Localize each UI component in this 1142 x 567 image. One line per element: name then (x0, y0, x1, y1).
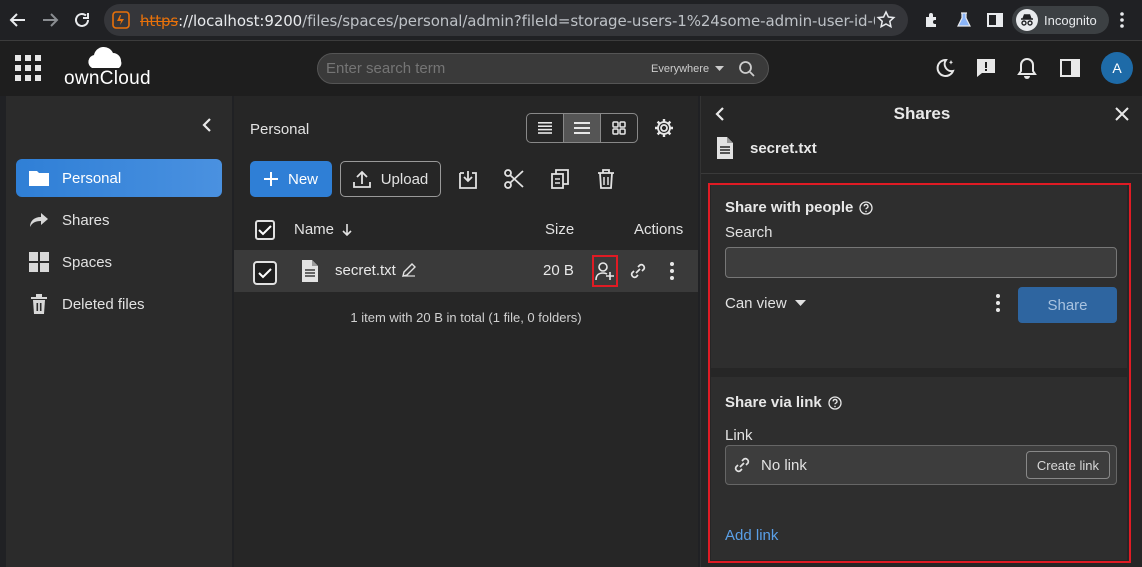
url-text[interactable]: https://localhost:9200/files/spaces/pers… (140, 12, 875, 30)
sidebar-item-label: Spaces (62, 253, 113, 271)
delete-trash-icon[interactable] (594, 167, 618, 191)
app-switcher-grid-icon[interactable] (15, 55, 41, 81)
column-header-size[interactable]: Size (545, 221, 574, 238)
search-scope-label: Everywhere (651, 63, 710, 75)
new-button-label: New (287, 170, 318, 188)
view-mode-switch (526, 113, 638, 143)
rename-pencil-icon[interactable] (402, 263, 416, 277)
forward-arrow-icon[interactable] (38, 8, 62, 32)
sidebar-item-deleted-files[interactable]: Deleted files (16, 285, 222, 323)
incognito-icon (1016, 9, 1038, 31)
highlight-box (708, 183, 1131, 563)
column-header-name-label: Name (294, 221, 335, 238)
avatar[interactable]: A (1101, 52, 1133, 84)
upload-button-label: Upload (380, 170, 429, 188)
download-icon[interactable] (456, 167, 480, 191)
search-input[interactable] (326, 60, 626, 77)
table-row[interactable]: secret.txt 20 B (234, 250, 698, 292)
files-main: Personal New Upload Name Size Actions se… (234, 96, 698, 567)
row-checkbox[interactable] (253, 261, 277, 285)
file-size: 20 B (543, 262, 574, 279)
file-count-footer: 1 item with 20 B in total (1 file, 0 fol… (350, 310, 582, 325)
insecure-lock-icon[interactable] (112, 11, 130, 29)
notifications-bell-icon[interactable] (1015, 56, 1039, 80)
column-header-actions: Actions (634, 221, 684, 238)
incognito-badge[interactable]: Incognito (1012, 6, 1109, 34)
sidebar-item-label: Personal (62, 169, 122, 187)
bookmark-star-icon[interactable] (876, 10, 896, 30)
panel-file-name: secret.txt (750, 140, 817, 157)
left-sidebar: Personal Shares Spaces Deleted files (6, 96, 232, 567)
logo-text: ownCloud (64, 68, 151, 89)
browser-menu-icon[interactable] (1110, 8, 1134, 32)
reload-icon[interactable] (70, 8, 94, 32)
plus-icon (263, 172, 278, 186)
extensions-puzzle-icon[interactable] (920, 8, 944, 32)
share-link-icon[interactable] (628, 261, 648, 281)
share-icon (16, 212, 62, 228)
upload-button[interactable]: Upload (340, 161, 441, 197)
sidebar-item-label: Deleted files (62, 295, 145, 313)
app-header: ownCloud Everywhere A (0, 41, 1142, 96)
new-button[interactable]: New (250, 161, 332, 197)
text-file-icon (717, 137, 733, 159)
lab-flask-icon[interactable] (952, 8, 976, 32)
sidebar-item-personal[interactable]: Personal (16, 159, 222, 197)
owncloud-logo[interactable]: ownCloud (62, 46, 151, 90)
back-arrow-icon[interactable] (6, 8, 30, 32)
incognito-label: Incognito (1044, 12, 1097, 28)
sidebar-toggle-icon[interactable] (1058, 56, 1082, 80)
sidebar-item-spaces[interactable]: Spaces (16, 243, 222, 281)
view-tiles-icon[interactable] (601, 114, 637, 142)
more-actions-icon[interactable] (670, 262, 674, 280)
view-condensed-table-icon[interactable] (527, 114, 564, 142)
feedback-icon[interactable] (974, 56, 998, 80)
settings-gear-icon[interactable] (654, 118, 674, 138)
address-bar[interactable]: https://localhost:9200/files/spaces/pers… (104, 4, 908, 36)
cut-scissors-icon[interactable] (502, 167, 526, 191)
panel-title: Shares (893, 104, 951, 123)
select-all-checkbox[interactable] (255, 220, 275, 240)
theme-moon-icon[interactable] (933, 56, 957, 80)
trash-icon (16, 294, 62, 314)
search-bar[interactable]: Everywhere (317, 53, 769, 84)
shares-side-panel: Shares secret.txt Share with people Sear… (700, 96, 1142, 567)
upload-icon (352, 170, 371, 188)
browser-toolbar: https://localhost:9200/files/spaces/pers… (0, 0, 1142, 41)
sort-arrow-down-icon (342, 223, 352, 236)
add-share-person-button[interactable] (592, 255, 618, 287)
view-table-icon[interactable] (564, 114, 601, 142)
sidebar-item-label: Shares (62, 211, 110, 229)
file-name[interactable]: secret.txt (335, 262, 396, 279)
add-user-icon (595, 261, 615, 281)
breadcrumb[interactable]: Personal (250, 121, 309, 138)
side-panel-icon[interactable] (983, 8, 1007, 32)
search-scope-dropdown[interactable]: Everywhere (651, 63, 725, 75)
collapse-sidebar-chevron-icon[interactable] (202, 118, 212, 132)
column-header-name[interactable]: Name (294, 221, 352, 238)
folder-icon (16, 169, 62, 187)
search-icon[interactable] (738, 60, 756, 78)
copy-icon[interactable] (548, 167, 572, 191)
spaces-grid-icon (16, 252, 62, 272)
close-icon[interactable] (1115, 107, 1129, 121)
divider (701, 173, 1142, 174)
sidebar-item-shares[interactable]: Shares (16, 201, 222, 239)
text-file-icon (302, 260, 318, 282)
caret-down-icon (715, 66, 725, 72)
